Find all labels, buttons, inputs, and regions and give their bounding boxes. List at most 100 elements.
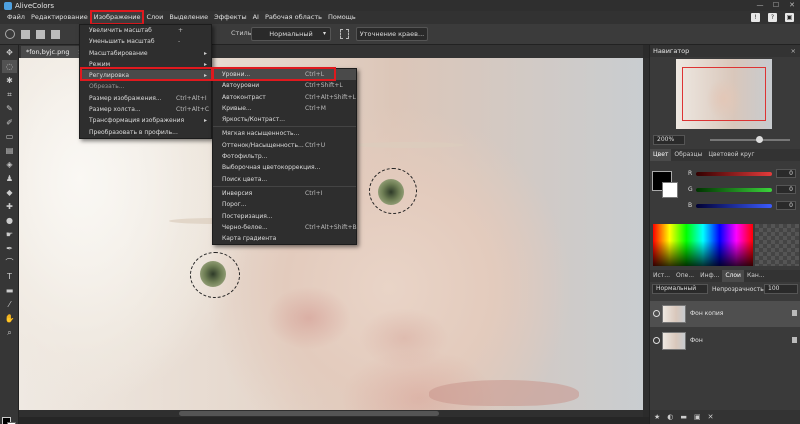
tab-color-wheel[interactable]: Цветовой круг [705, 149, 757, 161]
red-slider[interactable]: R 0 [688, 169, 800, 179]
left-eye-selection[interactable] [190, 252, 240, 298]
layout-icon[interactable]: ▣ [785, 13, 794, 22]
hand-icon[interactable]: ✋ [2, 312, 17, 325]
menu-item-threshold[interactable]: Порог... [213, 199, 356, 210]
menu-item-auto-levels[interactable]: Автоуровни Ctrl+Shift+L [213, 80, 356, 91]
tab-swatches[interactable]: Образцы [671, 149, 705, 161]
zoom-slider-track[interactable] [710, 139, 790, 141]
blue-bar[interactable] [696, 204, 772, 208]
scrollbar-thumb[interactable] [179, 411, 439, 416]
folder-icon[interactable]: ▬ [680, 413, 687, 421]
green-slider[interactable]: G 0 [688, 185, 800, 195]
menu-help[interactable]: Помощь [325, 11, 359, 24]
menu-item-canvas-size[interactable]: Размер холста... Ctrl+Alt+C [80, 104, 211, 115]
eyedropper-icon[interactable]: ✎ [2, 102, 17, 115]
menu-item-brightness-contrast[interactable]: Яркость/Контраст... [213, 114, 356, 125]
menu-item-color-lookup[interactable]: Поиск цвета... [213, 174, 356, 185]
brush-icon[interactable]: ✐ [2, 116, 17, 129]
green-bar[interactable] [696, 188, 772, 192]
lock-icon[interactable] [792, 310, 797, 316]
add-selection-icon[interactable] [36, 29, 45, 39]
menu-item-black-white[interactable]: Черно-белое... Ctrl+Alt+Shift+B [213, 222, 357, 233]
menu-item-hue-saturation[interactable]: Оттенок/Насыщенность... Ctrl+U [213, 140, 356, 151]
menu-image[interactable]: Изображение [89, 10, 145, 25]
tab-channels[interactable]: Кан... [744, 270, 768, 282]
menu-item-auto-contrast[interactable]: Автоконтраст Ctrl+Alt+Shift+L [213, 92, 356, 103]
menu-item-convert-profile[interactable]: Преобразовать в профиль... [80, 127, 211, 138]
close-panel-icon[interactable]: × [791, 45, 796, 57]
blue-slider[interactable]: B 0 [688, 201, 800, 211]
horizontal-scrollbar[interactable] [19, 410, 643, 417]
green-value[interactable]: 0 [776, 185, 796, 194]
shape-icon[interactable]: ▬ [2, 284, 17, 297]
pen-icon[interactable]: ✒ [2, 242, 17, 255]
stamp-icon[interactable]: ♟ [2, 172, 17, 185]
menu-item-selective-color[interactable]: Выборочная цветокоррекция... [213, 162, 356, 173]
menu-item-posterize[interactable]: Постеризация... [213, 211, 356, 222]
trash-icon[interactable]: ✕ [708, 413, 714, 421]
menu-item-levels[interactable]: Уровни... Ctrl+L [213, 69, 356, 81]
alert-icon[interactable]: ! [751, 13, 760, 22]
tab-layers[interactable]: Слои [722, 270, 744, 282]
right-eye-selection[interactable] [369, 168, 417, 214]
lock-icon[interactable] [792, 337, 797, 343]
menu-edit[interactable]: Редактирование [28, 11, 91, 24]
layer-row-background[interactable]: Фон [650, 328, 800, 354]
tab-history[interactable]: Ист... [650, 270, 673, 282]
menu-item-adjustments[interactable]: Регулировка ▸ [80, 70, 211, 82]
menu-ai[interactable]: AI [250, 11, 262, 24]
fx-icon[interactable]: ★ [654, 413, 660, 421]
color-spectrum[interactable] [653, 224, 753, 266]
visibility-eye-icon[interactable] [653, 337, 660, 344]
ellipse-select-tool-icon[interactable]: ◌ [2, 60, 17, 73]
subtract-selection-icon[interactable] [51, 29, 60, 39]
zoom-icon[interactable]: ⌕ [2, 326, 17, 339]
background-color-large[interactable] [662, 182, 678, 198]
red-value[interactable]: 0 [776, 169, 796, 178]
eyedropper-2-icon[interactable]: ⁄ [2, 298, 17, 311]
navigator-thumbnail[interactable] [676, 59, 772, 129]
menu-item-scaling[interactable]: Масштабирование ▸ [80, 48, 211, 59]
close-window-button[interactable]: ✕ [784, 0, 800, 11]
menu-workspace[interactable]: Рабочая область [262, 11, 325, 24]
red-bar[interactable] [696, 172, 772, 176]
menu-item-invert[interactable]: Инверсия Ctrl+I [213, 188, 356, 199]
help-icon[interactable]: ? [768, 13, 777, 22]
menu-item-curves[interactable]: Кривые... Ctrl+M [213, 103, 356, 114]
menu-file[interactable]: Файл [4, 11, 28, 24]
magic-wand-icon[interactable]: ✱ [2, 74, 17, 87]
menu-item-photo-filter[interactable]: Фотофильтр... [213, 151, 356, 162]
document-tab[interactable]: *fon,byjc.png × [21, 46, 89, 58]
menu-item-mode[interactable]: Режим ▸ [80, 59, 211, 70]
drop-icon[interactable]: ◆ [2, 186, 17, 199]
heal-icon[interactable]: ✚ [2, 200, 17, 213]
tab-info[interactable]: Инф... [697, 270, 722, 282]
opacity-field[interactable]: 100 [764, 284, 798, 294]
menu-item-zoom-in[interactable]: Увеличить масштаб + [80, 25, 211, 36]
zoom-value-field[interactable]: 200% [653, 135, 685, 145]
ellipse-select-icon[interactable] [5, 29, 15, 39]
crop-tool-icon[interactable]: ⌗ [2, 88, 17, 101]
smudge-icon[interactable]: ☛ [2, 228, 17, 241]
navigator-view-frame[interactable] [682, 67, 766, 121]
tab-color[interactable]: Цвет [650, 149, 672, 161]
menu-item-zoom-out[interactable]: Уменьшить масштаб - [80, 36, 211, 47]
style-select[interactable]: Нормальный ▾ [251, 27, 331, 41]
visibility-eye-icon[interactable] [653, 310, 660, 317]
move-tool-icon[interactable]: ✥ [2, 46, 17, 59]
maximize-button[interactable]: ☐ [768, 0, 784, 11]
menu-item-gradient-map[interactable]: Карта градиента [213, 233, 356, 244]
menu-item-image-transform[interactable]: Трансформация изображения ▸ [80, 115, 211, 126]
minimize-button[interactable]: — [752, 0, 768, 11]
menu-layers[interactable]: Слои [143, 11, 166, 24]
mask-icon[interactable]: ◐ [667, 413, 673, 421]
blue-value[interactable]: 0 [776, 201, 796, 210]
gradient-icon[interactable]: ▤ [2, 144, 17, 157]
fill-icon[interactable]: ◈ [2, 158, 17, 171]
eraser-icon[interactable]: ▭ [2, 130, 17, 143]
text-icon[interactable]: T [2, 270, 17, 283]
path-icon[interactable]: ⌒ [2, 256, 17, 269]
menu-item-crop[interactable]: Обрезать... [80, 81, 211, 92]
transparency-swatch[interactable] [755, 224, 799, 266]
menu-item-vibrance[interactable]: Мягкая насыщенность... [213, 128, 356, 139]
